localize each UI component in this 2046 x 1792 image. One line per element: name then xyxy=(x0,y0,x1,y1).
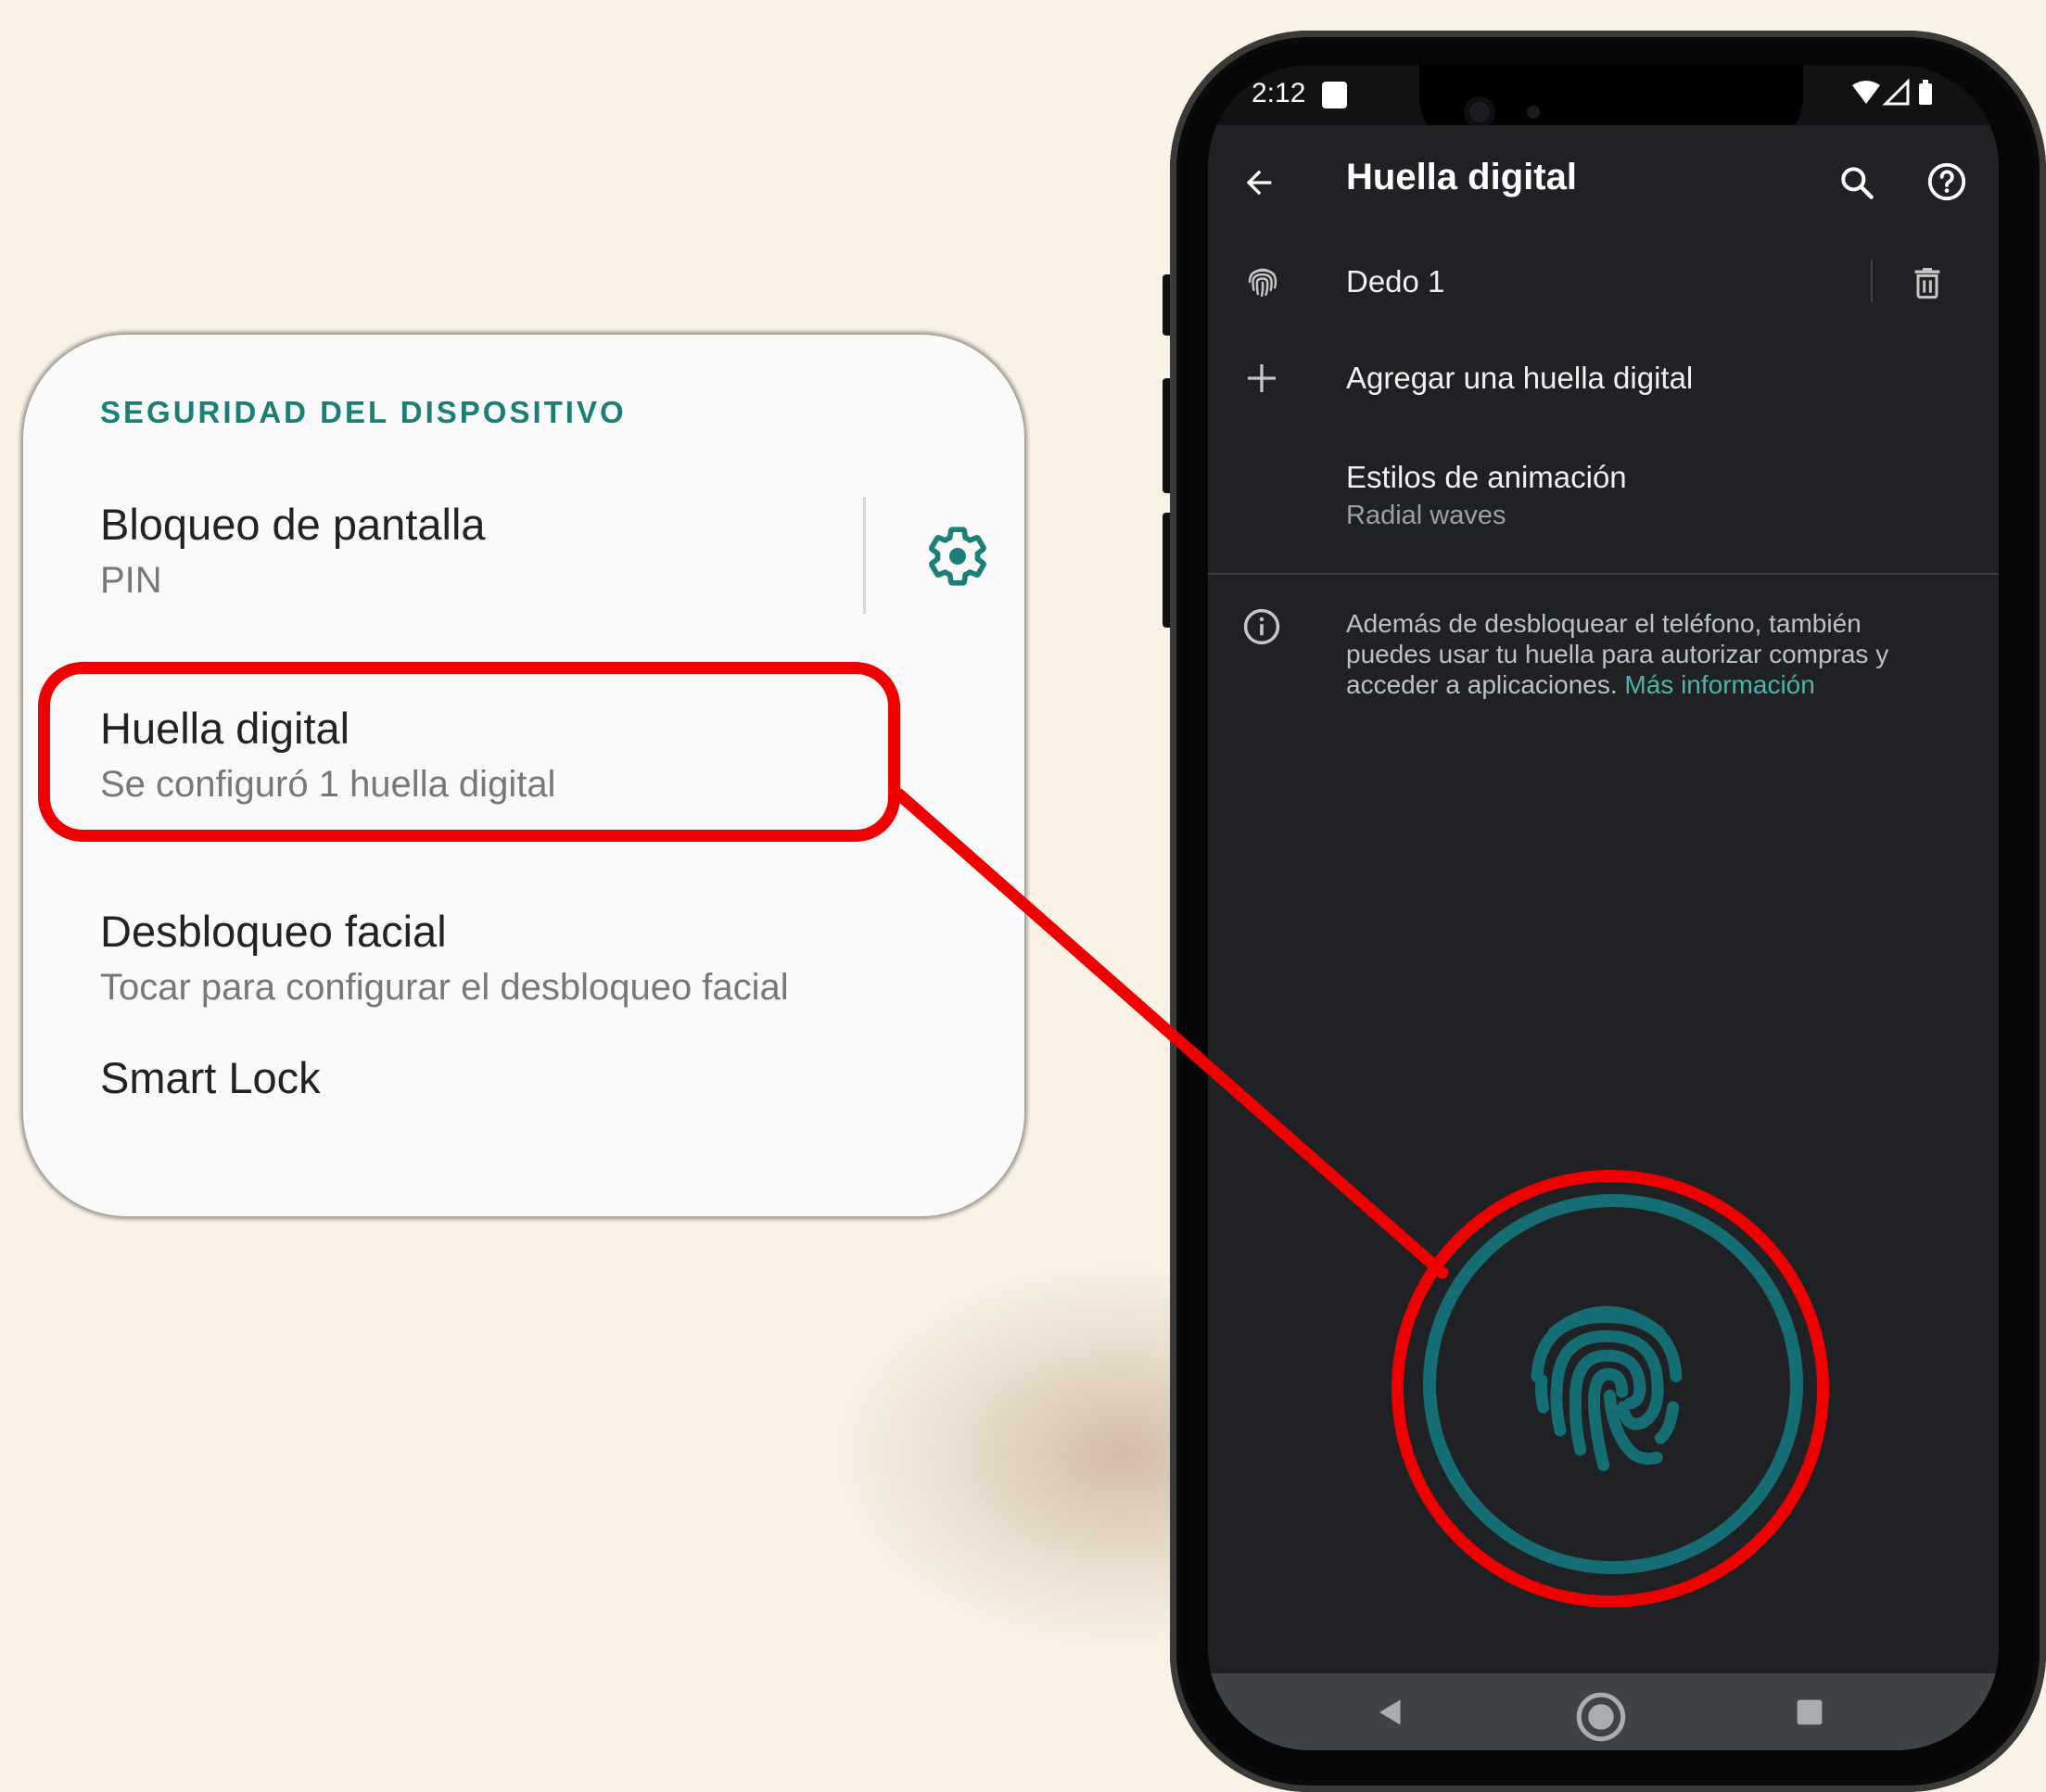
highlight-circle xyxy=(1392,1170,1829,1608)
